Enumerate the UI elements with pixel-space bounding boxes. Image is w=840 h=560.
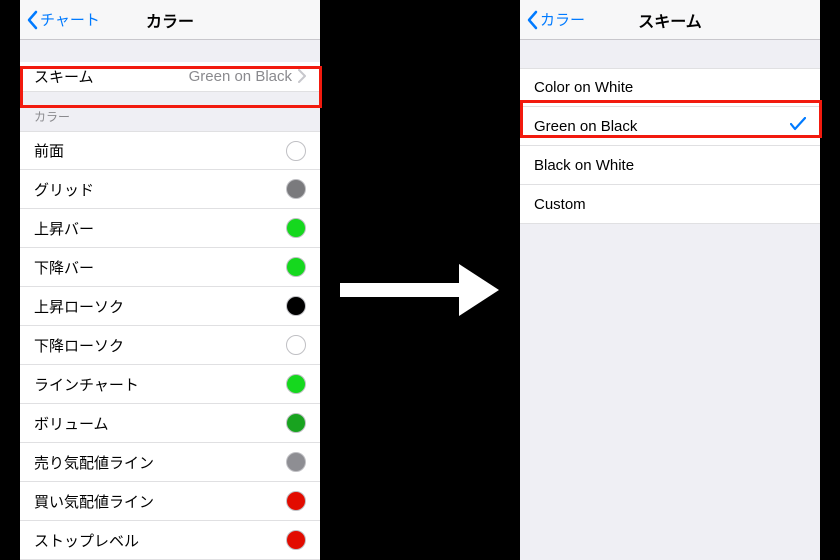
color-row-label: 前面 bbox=[34, 140, 64, 161]
color-row-label: ラインチャート bbox=[34, 374, 139, 395]
scheme-option-label: Color on White bbox=[534, 79, 633, 96]
color-swatch bbox=[286, 179, 306, 199]
color-list: 前面グリッド上昇バー下降バー上昇ローソク下降ローソクラインチャートボリューム売り… bbox=[20, 131, 320, 560]
color-swatch bbox=[286, 257, 306, 277]
settings-screen-color: チャート カラー スキーム Green on Black カラー 前面グリッド上… bbox=[20, 0, 320, 560]
color-row[interactable]: 上昇バー bbox=[20, 209, 320, 248]
color-swatch bbox=[286, 335, 306, 355]
scheme-option-list: Color on White Green on Black Black on Whi… bbox=[520, 68, 820, 224]
color-row-label: 下降バー bbox=[34, 257, 94, 278]
color-row[interactable]: 買い気配値ライン bbox=[20, 482, 320, 521]
color-row-label: ストップレベル bbox=[34, 530, 139, 551]
spacer bbox=[20, 40, 320, 62]
color-swatch bbox=[286, 413, 306, 433]
color-row-label: 買い気配値ライン bbox=[34, 491, 154, 512]
scheme-option[interactable]: Custom bbox=[520, 185, 820, 224]
color-swatch bbox=[286, 296, 306, 316]
navbar: チャート カラー bbox=[20, 0, 320, 40]
scheme-option[interactable]: Green on Black bbox=[520, 107, 820, 146]
settings-screen-scheme: カラー スキーム Color on White Green on Black Bla… bbox=[520, 0, 820, 560]
color-swatch bbox=[286, 141, 306, 161]
back-button[interactable]: カラー bbox=[520, 9, 585, 30]
back-label: チャート bbox=[40, 9, 100, 30]
chevron-left-icon bbox=[26, 10, 38, 30]
checkmark-icon bbox=[790, 117, 806, 135]
arrow-shaft bbox=[340, 283, 460, 297]
spacer bbox=[520, 40, 820, 68]
scheme-option[interactable]: Color on White bbox=[520, 68, 820, 107]
color-row[interactable]: 下降ローソク bbox=[20, 326, 320, 365]
color-row[interactable]: ラインチャート bbox=[20, 365, 320, 404]
scheme-option-label: Green on Black bbox=[534, 118, 637, 135]
scheme-option[interactable]: Black on White bbox=[520, 146, 820, 185]
color-row[interactable]: 前面 bbox=[20, 131, 320, 170]
color-row[interactable]: 下降バー bbox=[20, 248, 320, 287]
color-row[interactable]: グリッド bbox=[20, 170, 320, 209]
color-row[interactable]: ストップレベル bbox=[20, 521, 320, 560]
color-row[interactable]: 売り気配値ライン bbox=[20, 443, 320, 482]
back-button[interactable]: チャート bbox=[20, 9, 100, 30]
scheme-row[interactable]: スキーム Green on Black bbox=[20, 62, 320, 92]
color-row-label: 売り気配値ライン bbox=[34, 452, 154, 473]
chevron-left-icon bbox=[526, 10, 538, 30]
color-swatch bbox=[286, 452, 306, 472]
color-row-label: グリッド bbox=[34, 179, 94, 200]
scheme-label: スキーム bbox=[34, 66, 94, 87]
color-swatch bbox=[286, 218, 306, 238]
chevron-right-icon bbox=[298, 69, 306, 83]
color-swatch bbox=[286, 491, 306, 511]
scheme-value-text: Green on Black bbox=[189, 68, 292, 85]
color-row[interactable]: 上昇ローソク bbox=[20, 287, 320, 326]
back-label: カラー bbox=[540, 9, 585, 30]
color-row-label: 下降ローソク bbox=[34, 335, 124, 356]
color-row[interactable]: ボリューム bbox=[20, 404, 320, 443]
navbar: カラー スキーム bbox=[520, 0, 820, 40]
scheme-option-label: Custom bbox=[534, 196, 586, 213]
color-row-label: 上昇ローソク bbox=[34, 296, 124, 317]
arrow-head-icon bbox=[459, 264, 499, 316]
color-row-label: ボリューム bbox=[34, 413, 109, 434]
annotation-arrow bbox=[340, 260, 500, 320]
scheme-value: Green on Black bbox=[189, 68, 306, 85]
color-swatch bbox=[286, 374, 306, 394]
color-row-label: 上昇バー bbox=[34, 218, 94, 239]
color-swatch bbox=[286, 530, 306, 550]
color-group-header: カラー bbox=[20, 92, 320, 131]
scheme-option-label: Black on White bbox=[534, 157, 634, 174]
